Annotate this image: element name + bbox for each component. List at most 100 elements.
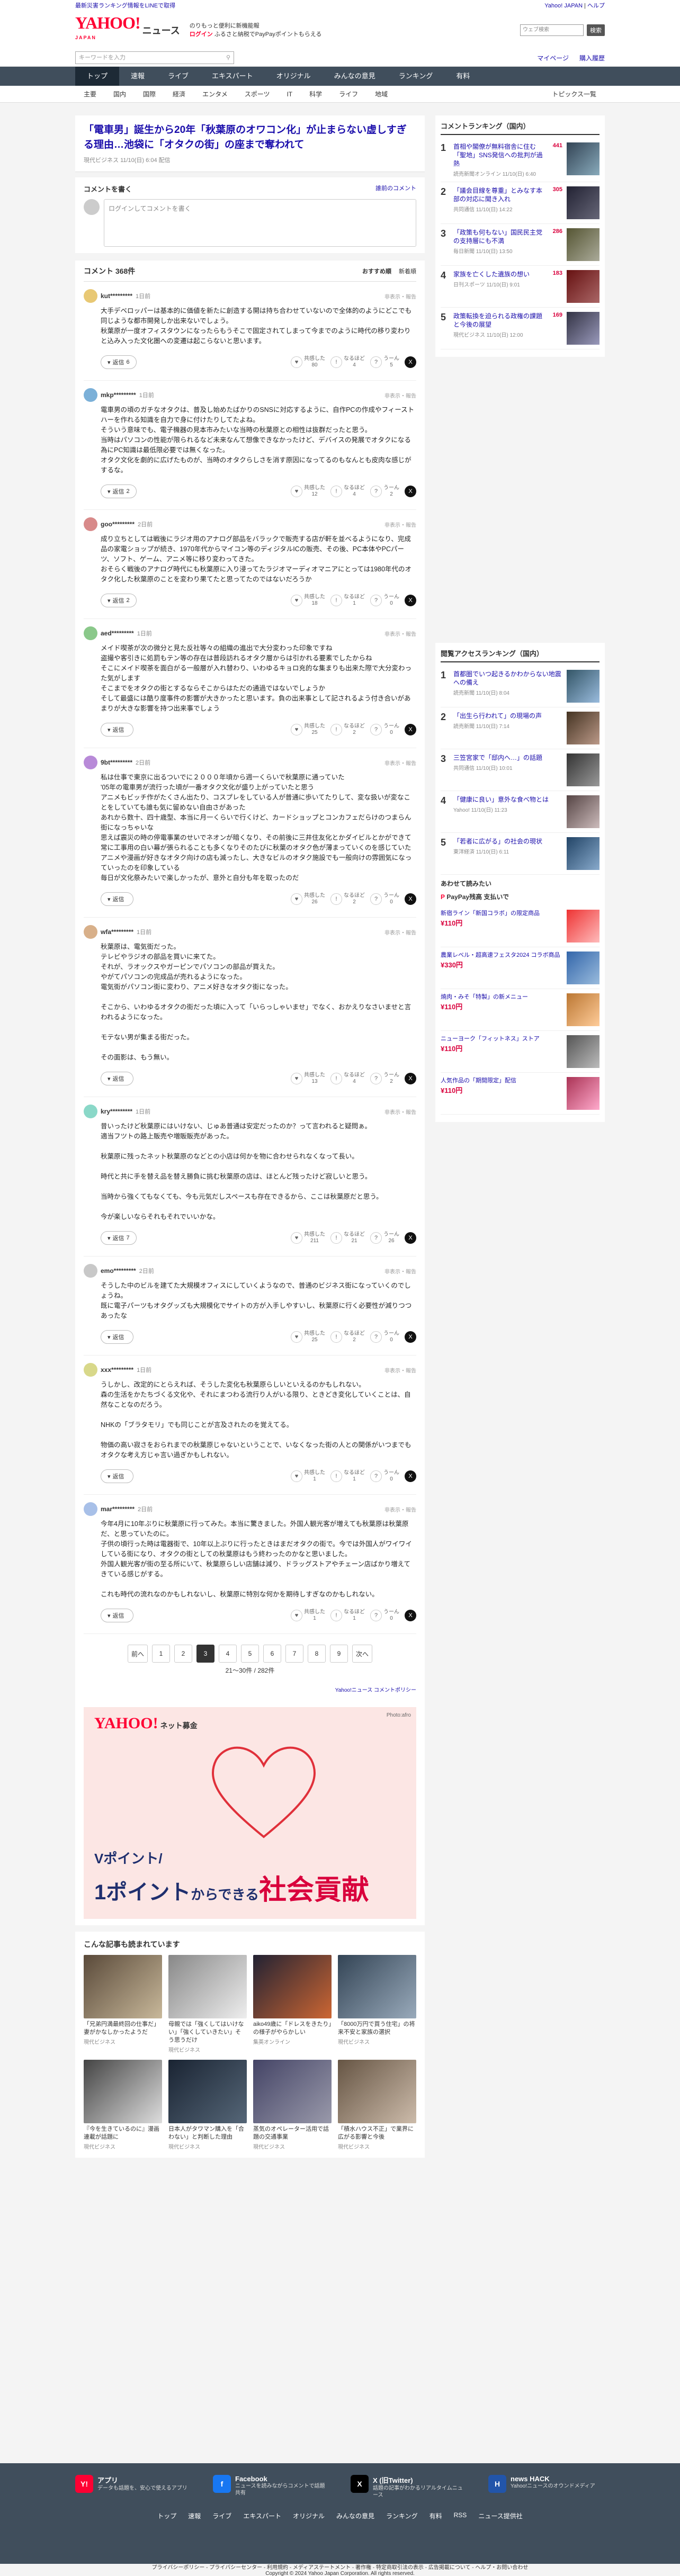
footer-link[interactable]: ライブ: [212, 2511, 231, 2520]
x-share-icon[interactable]: X: [405, 595, 416, 606]
line-promo-link[interactable]: 最新災害ランキング情報をLINEで取得: [75, 0, 175, 12]
ranking-title[interactable]: 政策転換を迫られる政権の課題と今後の展望: [453, 312, 549, 329]
shop-title[interactable]: 人気作品の「期間限定」配信: [441, 1077, 562, 1085]
hmm-button[interactable]: ? うーん 26: [370, 1232, 399, 1244]
empathy-button[interactable]: ♥ 共感した 25: [291, 723, 325, 736]
nav-tab-2[interactable]: ライブ: [156, 67, 200, 86]
category-tab-4[interactable]: エンタメ: [194, 86, 236, 103]
promo-link[interactable]: ふるさと納税でPayPayポイントもらえる: [214, 31, 322, 38]
reply-button[interactable]: ▾ 返信: [101, 892, 133, 906]
shop-title[interactable]: 農業レベル・超高速フェスタ2024 コラボ商品: [441, 952, 562, 959]
nav-tab-5[interactable]: みんなの意見: [323, 67, 387, 86]
empathy-button[interactable]: ♥ 共感した 1: [291, 1470, 325, 1483]
rec-card[interactable]: 「積水ハウス不正」で業界に広がる影響と今後 現代ビジネス: [338, 2060, 416, 2150]
hmm-button[interactable]: ? うーん 2: [370, 485, 399, 498]
web-search-input[interactable]: ウェブ検索: [520, 24, 584, 36]
footer-app[interactable]: XX (旧Twitter) 話題の記事がわかるリアルタイムニュース: [351, 2475, 467, 2499]
settings-link[interactable]: 購入履歴: [579, 53, 605, 62]
report-link[interactable]: 非表示・報告: [384, 520, 416, 528]
category-tab-2[interactable]: 国際: [135, 86, 164, 103]
rec-title[interactable]: 「兄弟円満最終回の仕事だ」妻がかなしかったようだ: [84, 2021, 162, 2036]
nav-tab-3[interactable]: エキスパート: [200, 67, 265, 86]
rec-title[interactable]: 「積水ハウス不正」で業界に広がる影響と今後: [338, 2125, 416, 2141]
ranking-title[interactable]: 「議会目線を尊重」とみなす本部の対応に聞き入れ: [453, 186, 549, 203]
footer-app[interactable]: Y! アプリ データも話題を、安心で使えるアプリ: [75, 2475, 192, 2499]
page-5[interactable]: 5: [241, 1645, 259, 1663]
page-4[interactable]: 4: [219, 1645, 237, 1663]
reply-button[interactable]: ▾ 返信: [101, 1072, 133, 1085]
article-source[interactable]: 現代ビジネス: [84, 157, 119, 164]
empathy-button[interactable]: ♥ 共感した 211: [291, 1232, 325, 1244]
rec-card[interactable]: 『今を生きているのに』漫画連載が話題に 現代ビジネス: [84, 2060, 162, 2150]
empathy-button[interactable]: ♥ 共感した 26: [291, 893, 325, 905]
reply-button[interactable]: ▾ 返信: [101, 1469, 133, 1483]
footer-app-name[interactable]: X (旧Twitter): [373, 2476, 413, 2484]
footer-link[interactable]: 有料: [430, 2511, 442, 2520]
footer-link[interactable]: オリジナル: [293, 2511, 325, 2520]
shop-item[interactable]: ニューヨーク「フィットネス」ストア ¥110円: [441, 1031, 600, 1073]
hmm-button[interactable]: ? うーん 0: [370, 1609, 399, 1622]
x-share-icon[interactable]: X: [405, 1610, 416, 1621]
rec-card[interactable]: 「8000万円で買う住宅」の将来不安と家族の選択 現代ビジネス: [338, 1955, 416, 2053]
help-link[interactable]: ヘルプ: [587, 3, 605, 9]
shop-item[interactable]: 農業レベル・超高速フェスタ2024 コラボ商品 ¥330円: [441, 947, 600, 989]
empathy-button[interactable]: ♥ 共感した 25: [291, 1331, 325, 1343]
insight-button[interactable]: ! なるほど 1: [330, 1609, 365, 1622]
hmm-button[interactable]: ? うーん 0: [370, 1331, 399, 1343]
search-icon[interactable]: ⚲: [226, 52, 230, 64]
ranking-title[interactable]: 首相や閣僚が無料宿舎に住む「聖地」SNS発信への批判が過熱: [453, 142, 549, 168]
empathy-button[interactable]: ♥ 共感した 18: [291, 594, 325, 607]
access-title[interactable]: 「若者に広がる」の社会の現状: [453, 837, 562, 846]
access-item[interactable]: 2 「出生ら行われて」の現場の声 読売新聞 11/10(日) 7:14: [441, 707, 600, 749]
footer-link[interactable]: エキスパート: [243, 2511, 281, 2520]
access-item[interactable]: 1 首都圏でいつ起きるかわからない地震への備え 読売新聞 11/10(日) 8:04: [441, 666, 600, 707]
access-title[interactable]: 「出生ら行われて」の現場の声: [453, 712, 562, 720]
report-link[interactable]: 非表示・報告: [384, 292, 416, 300]
footer-app[interactable]: f Facebook ニュースを読みながらコメントで話題共有: [213, 2475, 329, 2499]
footer-app-name[interactable]: アプリ: [97, 2476, 118, 2484]
nav-tab-4[interactable]: オリジナル: [265, 67, 323, 86]
footer-app[interactable]: Hnews HACK Yahoo!ニュースのオウンドメディア: [488, 2475, 605, 2499]
prev-page-button[interactable]: 前へ: [127, 1645, 148, 1663]
nav-tab-6[interactable]: ランキング: [387, 67, 445, 86]
hmm-button[interactable]: ? うーん 2: [370, 1072, 399, 1085]
legal-links[interactable]: プライバシーポリシー - プライバシーセンター - 利用規約 - メディアステー…: [0, 2565, 680, 2571]
category-tab-8[interactable]: ライフ: [330, 86, 366, 103]
rec-card[interactable]: 蒸気のオペレーター活用で話題の交通事業 現代ビジネス: [253, 2060, 332, 2150]
shop-item[interactable]: 人気作品の「期間限定」配信 ¥110円: [441, 1073, 600, 1115]
mypage-link[interactable]: マイページ: [537, 53, 569, 62]
access-title[interactable]: 「健康に良い」意外な食べ物とは: [453, 795, 562, 804]
category-tab-7[interactable]: 科学: [301, 86, 330, 103]
footer-link[interactable]: トップ: [157, 2511, 176, 2520]
yahoo-logo[interactable]: YAHOO! JAPAN: [75, 14, 141, 45]
report-link[interactable]: 非表示・報告: [384, 630, 416, 638]
x-share-icon[interactable]: X: [405, 893, 416, 905]
reply-button[interactable]: ▾ 返信: [101, 1609, 133, 1622]
rec-title[interactable]: 日本人がタワマン購入を「合わない」と判断した理由: [168, 2125, 247, 2141]
rec-card[interactable]: 母親では「強くしてはいけない」「強くしていきたい」そう思うだけ 現代ビジネス: [168, 1955, 247, 2053]
category-tab-9[interactable]: 地域: [366, 86, 396, 103]
footer-app-name[interactable]: news HACK: [511, 2475, 550, 2483]
comment-username[interactable]: kry*********: [101, 1108, 132, 1115]
topics-list-link[interactable]: トピックス一覧: [543, 86, 605, 103]
insight-button[interactable]: ! なるほど 4: [330, 356, 365, 369]
page-3[interactable]: 3: [196, 1645, 214, 1663]
page-9[interactable]: 9: [330, 1645, 348, 1663]
x-share-icon[interactable]: X: [405, 1232, 416, 1244]
next-page-button[interactable]: 次へ: [352, 1645, 373, 1663]
empathy-button[interactable]: ♥ 共感した 13: [291, 1072, 325, 1085]
report-link[interactable]: 非表示・報告: [384, 1267, 416, 1275]
empathy-button[interactable]: ♥ 共感した 80: [291, 356, 325, 369]
x-share-icon[interactable]: X: [405, 1331, 416, 1343]
empathy-button[interactable]: ♥ 共感した 12: [291, 485, 325, 498]
access-item[interactable]: 5 「若者に広がる」の社会の現状 東洋経済 11/10(日) 6:11: [441, 833, 600, 875]
comment-username[interactable]: xxx*********: [101, 1366, 133, 1374]
category-tab-5[interactable]: スポーツ: [236, 86, 279, 103]
ranking-title[interactable]: 「政策も何もない」国民民主党の支持層にも不満: [453, 228, 549, 245]
reply-button[interactable]: ▾ 返信: [101, 723, 133, 737]
rec-title[interactable]: aiko49歳に「ドレスをきたり」の様子がやらかしい: [253, 2021, 332, 2036]
rec-card[interactable]: 「兄弟円満最終回の仕事だ」妻がかなしかったようだ 現代ビジネス: [84, 1955, 162, 2053]
category-tab-0[interactable]: 主要: [75, 86, 105, 103]
category-tab-6[interactable]: IT: [278, 86, 301, 103]
comment-username[interactable]: wfa*********: [101, 928, 133, 936]
